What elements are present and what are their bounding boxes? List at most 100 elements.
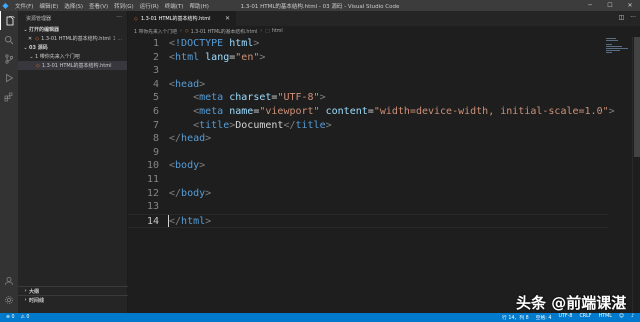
line-number: 4 [152,78,159,90]
breadcrumb-folder[interactable]: 1 带你先来入个门吧 [134,28,177,35]
line-number: 2 [152,51,159,63]
close-tab-icon[interactable]: ✕ [225,15,230,22]
code-line[interactable]: 10 <body> [128,159,608,173]
close-editor-icon[interactable]: ✕ [28,36,32,42]
tab-html-file[interactable]: ◇ 1.3-01 HTML的基本结构.html ✕ [128,11,236,26]
timeline-header[interactable]: › 时间线 [18,295,128,304]
activity-bar [0,11,18,313]
outline-header[interactable]: › 大纲 [18,286,128,295]
menu-terminal[interactable]: 终端(T) [165,2,184,10]
menu-go[interactable]: 转到(G) [114,2,134,10]
chevron-down-icon: ⌄ [29,53,34,60]
indentation[interactable]: 空格: 4 [536,314,552,321]
code-line[interactable]: 8 </head> [128,132,608,146]
menu-run[interactable]: 运行(R) [140,2,159,10]
language-mode[interactable]: HTML [599,314,612,321]
bell-icon[interactable]: ♪ [631,314,634,321]
errors-status[interactable]: ⊗ 0 [6,315,15,320]
extensions-icon[interactable] [0,87,18,106]
warnings-status[interactable]: ⚠ 0 [21,315,30,320]
editor-actions: ◫ ··· [619,14,636,21]
vertical-scrollbar[interactable] [632,37,640,313]
line-number: 12 [146,187,159,199]
scrollbar-thumb[interactable] [634,37,640,157]
code-text: <html lang="en"> [169,51,266,63]
line-number: 10 [146,160,159,172]
code-line[interactable]: 2 <html lang="en"> [128,51,608,65]
sidebar-title: 资源管理器 [26,15,52,22]
code-line[interactable]: 14 </html> [128,213,608,228]
status-bar: ⊗ 0 ⚠ 0 行 14，列 8 空格: 4 UTF-8 CRLF HTML ☺… [0,313,640,322]
accounts-icon[interactable] [0,271,18,290]
code-text: <meta charset="UTF-8"> [193,92,326,104]
open-editors-header[interactable]: ⌄ 打开的编辑器 [18,25,127,34]
chevron-down-icon: ⌄ [23,44,28,51]
vscode-logo-icon: ◆ [2,1,9,10]
breadcrumb-symbol[interactable]: html [272,29,283,34]
code-line[interactable]: 6 <meta name="viewport" content="width=d… [128,105,615,119]
file-item[interactable]: ◇ 1.3-01 HTML的基本结构.html [18,61,127,70]
encoding[interactable]: UTF-8 [558,314,572,321]
line-number: 14 [146,215,159,227]
code-text: <!DOCTYPE html> [169,38,260,49]
code-line[interactable]: 1 <!DOCTYPE html> [128,37,608,51]
code-line[interactable]: 12 </body> [128,187,608,201]
code-line[interactable]: 13 [128,200,608,214]
title-bar: ◆ 文件(F) 编辑(E) 选择(S) 查看(V) 转到(G) 运行(R) 终端… [0,0,640,11]
menu-edit[interactable]: 编辑(E) [39,2,58,10]
chevron-right-icon: › [24,288,27,294]
source-control-icon[interactable] [0,49,18,68]
code-line[interactable]: 5 <meta charset="UTF-8"> [128,91,608,105]
code-line[interactable]: 11 [128,173,608,187]
code-text: </body> [169,187,212,199]
chevron-right-icon: › [179,29,182,34]
menu-help[interactable]: 帮助(H) [189,2,208,10]
more-actions-icon[interactable]: ··· [116,14,122,21]
code-line[interactable]: 3 [128,64,608,78]
menu-view[interactable]: 查看(V) [89,2,108,10]
code-line[interactable]: 9 [128,146,608,160]
watermark: 头条 @前端课湛 [516,294,627,312]
open-editor-item[interactable]: ✕ ◇ 1.3-01 HTML的基本结构.html 1 ... [18,34,127,43]
line-number: 13 [146,201,159,213]
code-text: <body> [169,160,206,172]
cursor-position[interactable]: 行 14，列 8 [502,314,529,321]
code-editor[interactable]: 1 <!DOCTYPE html> 2 <html lang="en"> 3 4 <head… [128,37,640,313]
run-debug-icon[interactable] [0,68,18,87]
code-line[interactable]: 4 <head> [128,78,608,92]
breadcrumb: 1 带你先来入个门吧 › ◇ 1.3-01 HTML的基本结构.html › ⬚… [128,26,640,37]
feedback-icon[interactable]: ☺ [619,314,624,321]
chevron-right-icon: › [260,29,263,34]
close-icon[interactable]: ✕ [620,0,640,11]
folder-item[interactable]: ⌄ 1 带你先来入个门吧 [18,52,127,61]
code-text: <head> [169,78,206,90]
line-number: 11 [146,174,159,185]
html-file-icon: ◇ [134,15,138,22]
html-file-icon: ◇ [184,29,189,34]
manage-gear-icon[interactable] [0,290,18,309]
code-line[interactable]: 7 <title>Document</title> [128,119,608,133]
code-text: <title>Document</title> [193,119,332,131]
minimize-icon[interactable]: ─ [580,0,600,11]
split-editor-icon[interactable]: ◫ [619,14,625,21]
menu-selection[interactable]: 选择(S) [64,2,83,10]
minimap[interactable] [606,37,628,77]
maximize-icon[interactable]: ☐ [600,0,620,11]
line-number: 1 [152,38,159,49]
code-text: </html> [168,214,212,227]
chevron-down-icon: ⌄ [23,26,28,33]
line-number: 3 [152,65,159,77]
menu-file[interactable]: 文件(F) [15,2,33,10]
html-file-icon: ◇ [36,62,40,69]
folder-header[interactable]: ⌄ 03 源码 [18,43,127,52]
breadcrumb-symbol-icon: ⬚ [265,29,270,34]
more-actions-icon[interactable]: ··· [630,14,636,21]
breadcrumb-file[interactable]: 1.3-01 HTML的基本结构.html [191,28,258,35]
files-icon[interactable] [0,11,18,30]
menu-bar: 文件(F) 编辑(E) 选择(S) 查看(V) 转到(G) 运行(R) 终端(T… [11,2,209,10]
html-file-icon: ◇ [35,35,40,42]
line-ending[interactable]: CRLF [579,314,591,321]
line-number: 5 [152,92,159,104]
search-icon[interactable] [0,30,18,49]
line-number: 7 [152,119,159,131]
